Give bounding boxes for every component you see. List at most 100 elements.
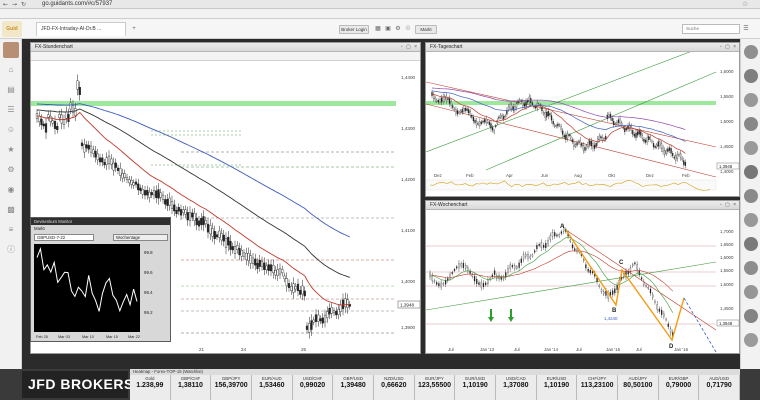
- price-marker-label: 1,3948: [719, 164, 733, 169]
- candle-body: [337, 308, 340, 315]
- daily-chart-plot[interactable]: 1,6000 1,5500 1,5000 1,4500 1,40001,3948 Dez F…: [426, 52, 740, 197]
- watchlist-ticker[interactable]: GBP/USD 1,39480: [333, 375, 374, 400]
- avatar[interactable]: [744, 285, 758, 299]
- window-header: Markt: [34, 226, 45, 231]
- candle-body: [520, 258, 522, 263]
- avatar[interactable]: [744, 309, 758, 323]
- candle-body: [89, 145, 93, 153]
- instrument-select[interactable]: GBPUSD-7-22: [34, 234, 94, 241]
- news-icon[interactable]: ☰: [5, 105, 17, 115]
- avatar[interactable]: [744, 45, 758, 59]
- price-marker-label: 1,3948: [400, 303, 414, 308]
- user-icon[interactable]: ☺: [5, 125, 17, 135]
- candle-body: [645, 284, 647, 287]
- watchlist-ticker[interactable]: AUD/USD 0,71790: [699, 375, 740, 400]
- candle-body: [577, 141, 580, 143]
- candle-body: [540, 242, 543, 248]
- watchlist-ticker[interactable]: USD/CHF 0,99020: [292, 375, 334, 400]
- avatar[interactable]: [744, 333, 758, 347]
- candle-body: [605, 136, 607, 140]
- avatar[interactable]: [744, 69, 758, 83]
- candle-body: [40, 118, 43, 126]
- avatar[interactable]: [744, 117, 758, 131]
- avatar[interactable]: [744, 237, 758, 251]
- panel-window-buttons[interactable]: ▫ ▢ ×: [720, 44, 737, 50]
- watchlist-ticker[interactable]: AUD/JPY 80,50100: [618, 375, 659, 400]
- candle-body: [560, 231, 563, 234]
- avatar[interactable]: [744, 213, 758, 227]
- back-icon[interactable]: ←: [3, 1, 8, 8]
- calendar-icon[interactable]: ▩: [5, 205, 17, 215]
- watchlist-ticker[interactable]: EUR/USD 1,10190: [455, 375, 496, 400]
- candle-body: [42, 123, 45, 127]
- workspace-tab[interactable]: JFD-FX-Intraday-AI-Dr.B ...: [36, 22, 126, 36]
- watchlist-ticker[interactable]: EUR/GBP 0,79000: [658, 375, 700, 400]
- watchlist-ticker[interactable]: NZD/USD 0,66620: [374, 375, 415, 400]
- settings-icon[interactable]: ⚙: [394, 25, 402, 33]
- info-icon[interactable]: ⓘ: [5, 245, 17, 255]
- panel-title: FX-Stundenchart: [31, 43, 420, 52]
- panel-window-buttons[interactable]: ▫ ▢ ×: [720, 202, 737, 208]
- chart-icon[interactable]: ▤: [5, 85, 17, 95]
- ticker-symbol: AUD/USD: [709, 376, 730, 381]
- avatar[interactable]: [744, 165, 758, 179]
- candle-body: [130, 180, 133, 185]
- window-title: Devisenkurs Monitor: [31, 218, 170, 225]
- candle-body: [456, 110, 459, 115]
- candle-body: [619, 118, 621, 124]
- watchlist-ticker[interactable]: CHF/JPY 113,23100: [577, 375, 618, 400]
- candle-body: [38, 115, 41, 123]
- candle-body: [445, 95, 447, 101]
- weekly-chart-plot[interactable]: ABCD1,42401,70001,65001,60001,55001,5000…: [426, 210, 740, 354]
- reload-icon[interactable]: ↻: [21, 1, 26, 8]
- forward-icon[interactable]: →: [12, 1, 17, 8]
- watchlist-ticker[interactable]: EUR/JPY 123,55500: [414, 375, 456, 400]
- bookmark-star-icon[interactable]: ☆: [742, 0, 748, 8]
- candle-body: [638, 130, 640, 135]
- candle-body: [565, 134, 567, 140]
- watchlist-ticker[interactable]: EUR/AUD 1,53460: [252, 375, 293, 400]
- avatar[interactable]: [3, 42, 19, 58]
- avatar[interactable]: [744, 189, 758, 203]
- url-text[interactable]: go.guidants.com/#c/57937: [42, 1, 112, 7]
- timeframe-select[interactable]: Wochentage: [113, 234, 168, 241]
- watchlist-ticker[interactable]: EUR/USD 1,10190: [536, 375, 578, 400]
- candle-body: [285, 278, 288, 287]
- watchlist-ticker[interactable]: GBP/JPY 156,39700: [211, 375, 252, 400]
- candle-body: [625, 128, 628, 131]
- search-input[interactable]: Suche: [682, 24, 740, 34]
- candle-body: [525, 101, 527, 107]
- candle-body: [635, 132, 637, 138]
- candle-body: [434, 97, 436, 101]
- candle-body: [105, 157, 108, 165]
- market-button[interactable]: Markt: [415, 25, 437, 34]
- candle-body: [87, 144, 90, 150]
- layout-icon[interactable]: ▣: [384, 25, 392, 33]
- broker-login-button[interactable]: Broker Login: [339, 25, 369, 34]
- avatar[interactable]: [744, 141, 758, 155]
- avatar[interactable]: [744, 93, 758, 107]
- watchlist-ticker[interactable]: Gold 1.238,99: [130, 375, 171, 400]
- candle-body: [296, 283, 300, 292]
- star-icon[interactable]: ★: [5, 145, 17, 155]
- watchlist-ticker[interactable]: USD/CAD 1,37080: [496, 375, 537, 400]
- candle-body: [231, 246, 234, 251]
- home-icon[interactable]: ⌂: [5, 65, 17, 75]
- panel-window-buttons[interactable]: ▫ ▢ ×: [401, 44, 418, 50]
- add-tab-icon[interactable]: +: [130, 25, 138, 33]
- avatar[interactable]: [744, 261, 758, 275]
- grid-icon[interactable]: ▦: [374, 25, 382, 33]
- candle-body: [675, 155, 677, 161]
- list-icon[interactable]: ≡: [5, 225, 17, 235]
- x-tick-label: Okt: [608, 173, 616, 178]
- wave-label: C: [619, 260, 624, 266]
- menu-icon[interactable]: ☰: [742, 25, 750, 33]
- candle-body: [684, 162, 687, 166]
- globe-icon[interactable]: ◉: [5, 185, 17, 195]
- watchlist-ticker[interactable]: GBP/CHF 1,38110: [170, 375, 212, 400]
- bell-icon[interactable]: ☉: [404, 25, 412, 33]
- candle-body: [590, 140, 593, 147]
- candle-body: [623, 273, 625, 277]
- gear-icon[interactable]: ⚙: [5, 165, 17, 175]
- candle-body: [646, 137, 648, 143]
